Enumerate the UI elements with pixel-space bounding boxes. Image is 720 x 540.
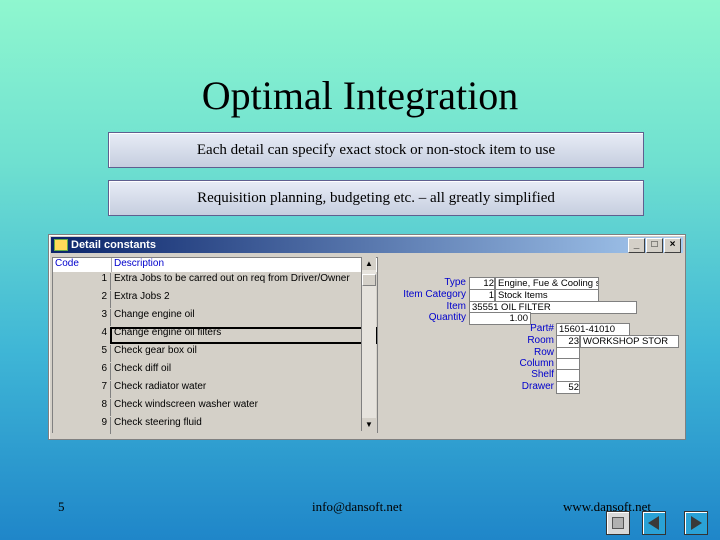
header-description[interactable]: Description (112, 258, 365, 272)
row-description: Extra Jobs to be carred out on req from … (110, 273, 377, 290)
row-code: 2 (101, 291, 107, 302)
list-item[interactable]: 8 Check windscreen washer water (53, 398, 377, 416)
window-titlebar[interactable]: Detail constants _ □ × (51, 237, 683, 253)
row-description: Check diff oil (110, 363, 377, 380)
detail-list[interactable]: Code Description 1 Extra Jobs to be carre… (52, 257, 378, 434)
row-description: Check radiator water (110, 381, 377, 398)
slide-title: Optimal Integration (201, 73, 519, 118)
row-description: Check steering fluid (110, 417, 377, 434)
drawer-field[interactable]: 52 (556, 381, 580, 394)
nav-home-button[interactable] (606, 511, 630, 535)
row-code: 5 (101, 345, 107, 356)
callout-requisition: Requisition planning, budgeting etc. – a… (108, 180, 644, 216)
room-label: Room (527, 335, 554, 346)
row-code: 6 (101, 363, 107, 374)
item-label: Item (446, 301, 466, 312)
row-code: 4 (101, 327, 107, 338)
list-scrollbar[interactable]: ▲ ▼ (361, 257, 376, 431)
list-item[interactable]: 1 Extra Jobs to be carred out on req from… (53, 272, 377, 290)
callout-stock-item: Each detail can specify exact stock or n… (108, 132, 644, 168)
row-description: Extra Jobs 2 (110, 291, 377, 308)
nav-prev-button[interactable] (642, 511, 666, 535)
list-item[interactable]: 6 Check diff oil (53, 362, 377, 380)
row-label: Row (533, 347, 554, 358)
footer-email: info@dansoft.net (312, 499, 403, 514)
window-title: Detail constants (71, 239, 156, 251)
nav-next-button[interactable] (684, 511, 708, 535)
column-label: Column (519, 358, 554, 369)
category-label: Item Category (403, 289, 466, 300)
close-button[interactable]: × (664, 238, 681, 253)
row-code: 8 (101, 399, 107, 410)
row-description: Change engine oil (110, 309, 377, 326)
detail-constants-window: Detail constants _ □ × Code Description … (48, 234, 686, 440)
part-label: Part# (530, 323, 554, 334)
row-code: 1 (101, 273, 107, 284)
row-description: Check gear box oil (110, 345, 377, 362)
arrow-left-icon (648, 516, 659, 530)
quantity-label: Quantity (428, 312, 466, 323)
drawer-label: Drawer (521, 381, 554, 392)
header-code[interactable]: Code (53, 258, 112, 272)
row-code: 7 (101, 381, 107, 392)
app-icon (54, 239, 68, 251)
list-item[interactable]: 2 Extra Jobs 2 (53, 290, 377, 308)
maximize-button[interactable]: □ (646, 238, 663, 253)
list-item[interactable]: 7 Check radiator water (53, 380, 377, 398)
shelf-label: Shelf (531, 369, 554, 380)
list-item-selected[interactable]: 4 Change engine oil filters (53, 326, 377, 344)
scroll-thumb[interactable] (362, 274, 376, 286)
list-item[interactable]: 3 Change engine oil (53, 308, 377, 326)
type-label: Type (444, 277, 466, 288)
room-field[interactable]: WORKSHOP STOR (580, 335, 679, 348)
scroll-up-icon[interactable]: ▲ (362, 257, 376, 270)
list-item[interactable]: 5 Check gear box oil (53, 344, 377, 362)
minimize-button[interactable]: _ (628, 238, 645, 253)
arrow-right-icon (691, 516, 702, 530)
list-item[interactable]: 9 Check steering fluid (53, 416, 377, 434)
row-description: Change engine oil filters (110, 327, 377, 344)
row-description: Check windscreen washer water (110, 399, 377, 416)
square-icon (612, 517, 624, 529)
list-header: Code Description (53, 258, 377, 272)
row-code: 9 (101, 417, 107, 428)
page-number: 5 (58, 499, 65, 514)
row-code: 3 (101, 309, 107, 320)
scroll-down-icon[interactable]: ▼ (362, 418, 376, 431)
